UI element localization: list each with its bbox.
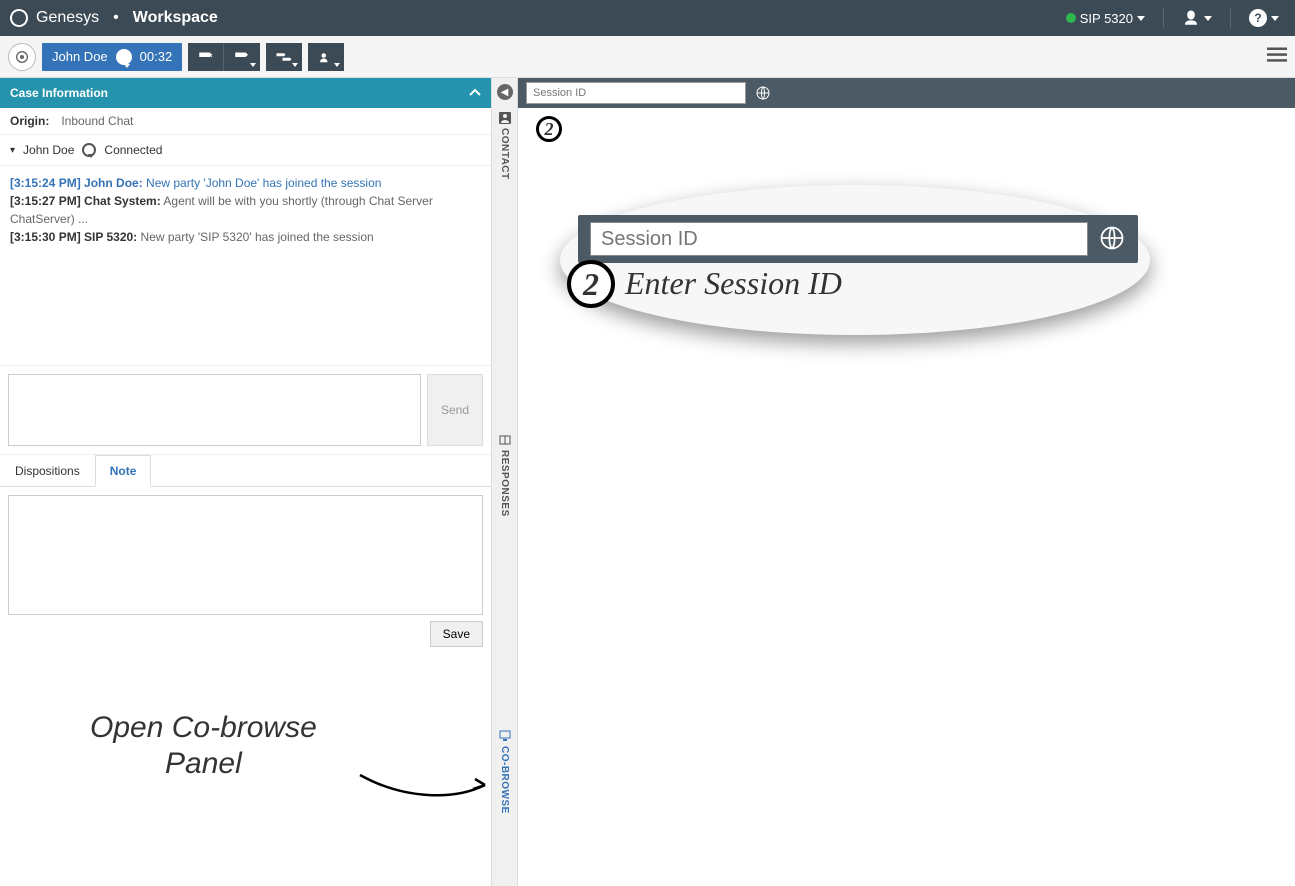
chat-message-input[interactable] xyxy=(8,374,421,446)
divider xyxy=(1163,8,1164,28)
caret-down-icon xyxy=(250,63,256,67)
lower-tabs: Dispositions Note xyxy=(0,455,491,487)
interaction-toolbar: John Doe 00:32 xyxy=(0,36,1295,78)
globe-icon xyxy=(1098,224,1126,252)
rail-tab-contact[interactable]: CONTACT xyxy=(499,108,511,184)
chat-compose: Send xyxy=(0,366,491,455)
caret-down-icon xyxy=(1271,16,1279,21)
chat-transfer-button[interactable] xyxy=(224,43,260,71)
active-interaction-chip[interactable]: John Doe 00:32 xyxy=(42,43,182,71)
end-chat-button[interactable] xyxy=(188,43,224,71)
person-headset-icon xyxy=(1182,9,1200,27)
help-menu[interactable]: ? xyxy=(1243,5,1285,31)
note-textarea[interactable] xyxy=(8,495,483,615)
consult-group xyxy=(308,43,344,71)
annotation-step-badge: 2 xyxy=(536,116,562,142)
rail-tab-cobrowse[interactable]: CO-BROWSE xyxy=(499,726,511,818)
tab-dispositions[interactable]: Dispositions xyxy=(0,455,95,486)
send-button[interactable]: Send xyxy=(427,374,483,446)
caret-down-icon xyxy=(1137,16,1145,21)
agent-status-menu[interactable]: SIP 5320 xyxy=(1060,7,1151,30)
contact-icon xyxy=(499,112,511,124)
note-panel: Save xyxy=(0,487,491,886)
agent-menu[interactable] xyxy=(1176,5,1218,31)
case-origin-row: Origin: Inbound Chat xyxy=(0,108,491,135)
annotation-step-badge-large: 2 xyxy=(567,260,615,308)
conference-group xyxy=(266,43,302,71)
annotation-enter-session-label: Enter Session ID xyxy=(625,265,842,302)
interaction-timer: 00:32 xyxy=(140,49,173,64)
caret-down-icon xyxy=(334,63,340,67)
transcript-message: [3:15:30 PM] SIP 5320: New party 'SIP 53… xyxy=(10,228,481,246)
brand: Genesys • Workspace xyxy=(10,9,218,27)
tab-note[interactable]: Note xyxy=(95,455,152,487)
consult-button[interactable] xyxy=(308,43,344,71)
expand-toggle[interactable]: ▾ xyxy=(10,145,15,156)
contact-name: John Doe xyxy=(52,49,108,64)
book-icon xyxy=(499,434,511,446)
divider xyxy=(1230,8,1231,28)
transcript-message: [3:15:27 PM] Chat System: Agent will be … xyxy=(10,192,481,228)
app-header: Genesys • Workspace SIP 5320 ? xyxy=(0,0,1295,36)
main-menu-button[interactable] xyxy=(1267,47,1287,66)
side-rail: ◀ CONTACT RESPONSES CO-BROWSE xyxy=(492,78,518,886)
session-id-input[interactable] xyxy=(526,82,746,104)
rail-tab-responses[interactable]: RESPONSES xyxy=(499,430,511,521)
chat-transcript: [3:15:24 PM] John Doe: New party 'John D… xyxy=(0,166,491,366)
target-icon xyxy=(14,49,30,65)
save-note-button[interactable]: Save xyxy=(430,621,483,647)
caret-down-icon xyxy=(1204,16,1212,21)
status-available-icon xyxy=(1066,13,1076,23)
party-row: ▾ John Doe Connected xyxy=(0,135,491,166)
globe-icon xyxy=(755,85,771,101)
interaction-target-button[interactable] xyxy=(8,43,36,71)
monitor-icon xyxy=(499,730,511,742)
annotation-arrow-icon xyxy=(355,760,495,810)
help-icon: ? xyxy=(1249,9,1267,27)
collapse-rail-button[interactable]: ◀ xyxy=(497,84,513,100)
genesys-logo-icon xyxy=(7,6,30,29)
annotation-zoom-session-bar xyxy=(578,215,1138,263)
brand-name: Genesys xyxy=(36,9,99,27)
chat-icon xyxy=(116,49,132,65)
party-status: Connected xyxy=(104,143,162,157)
transcript-message: [3:15:24 PM] John Doe: New party 'John D… xyxy=(10,174,481,192)
caret-down-icon xyxy=(292,63,298,67)
agent-sip-label: SIP 5320 xyxy=(1080,11,1133,26)
chat-connected-icon xyxy=(82,143,96,157)
case-info-header[interactable]: Case Information xyxy=(0,78,491,108)
collapse-icon[interactable] xyxy=(469,86,481,100)
origin-label: Origin: xyxy=(10,114,49,128)
annotation-zoom-globe xyxy=(1098,224,1126,255)
chat-action-group xyxy=(188,43,260,71)
start-session-button[interactable] xyxy=(752,82,774,104)
conference-button[interactable] xyxy=(266,43,302,71)
party-name: John Doe xyxy=(23,143,74,157)
annotation-open-cobrowse-text: Open Co-browse Panel xyxy=(90,710,317,782)
case-info-title: Case Information xyxy=(10,86,108,100)
product-name: Workspace xyxy=(133,9,218,27)
origin-value: Inbound Chat xyxy=(61,114,133,128)
separator-dot: • xyxy=(113,9,119,27)
session-bar xyxy=(518,78,1295,108)
annotation-zoom-input xyxy=(590,222,1088,256)
